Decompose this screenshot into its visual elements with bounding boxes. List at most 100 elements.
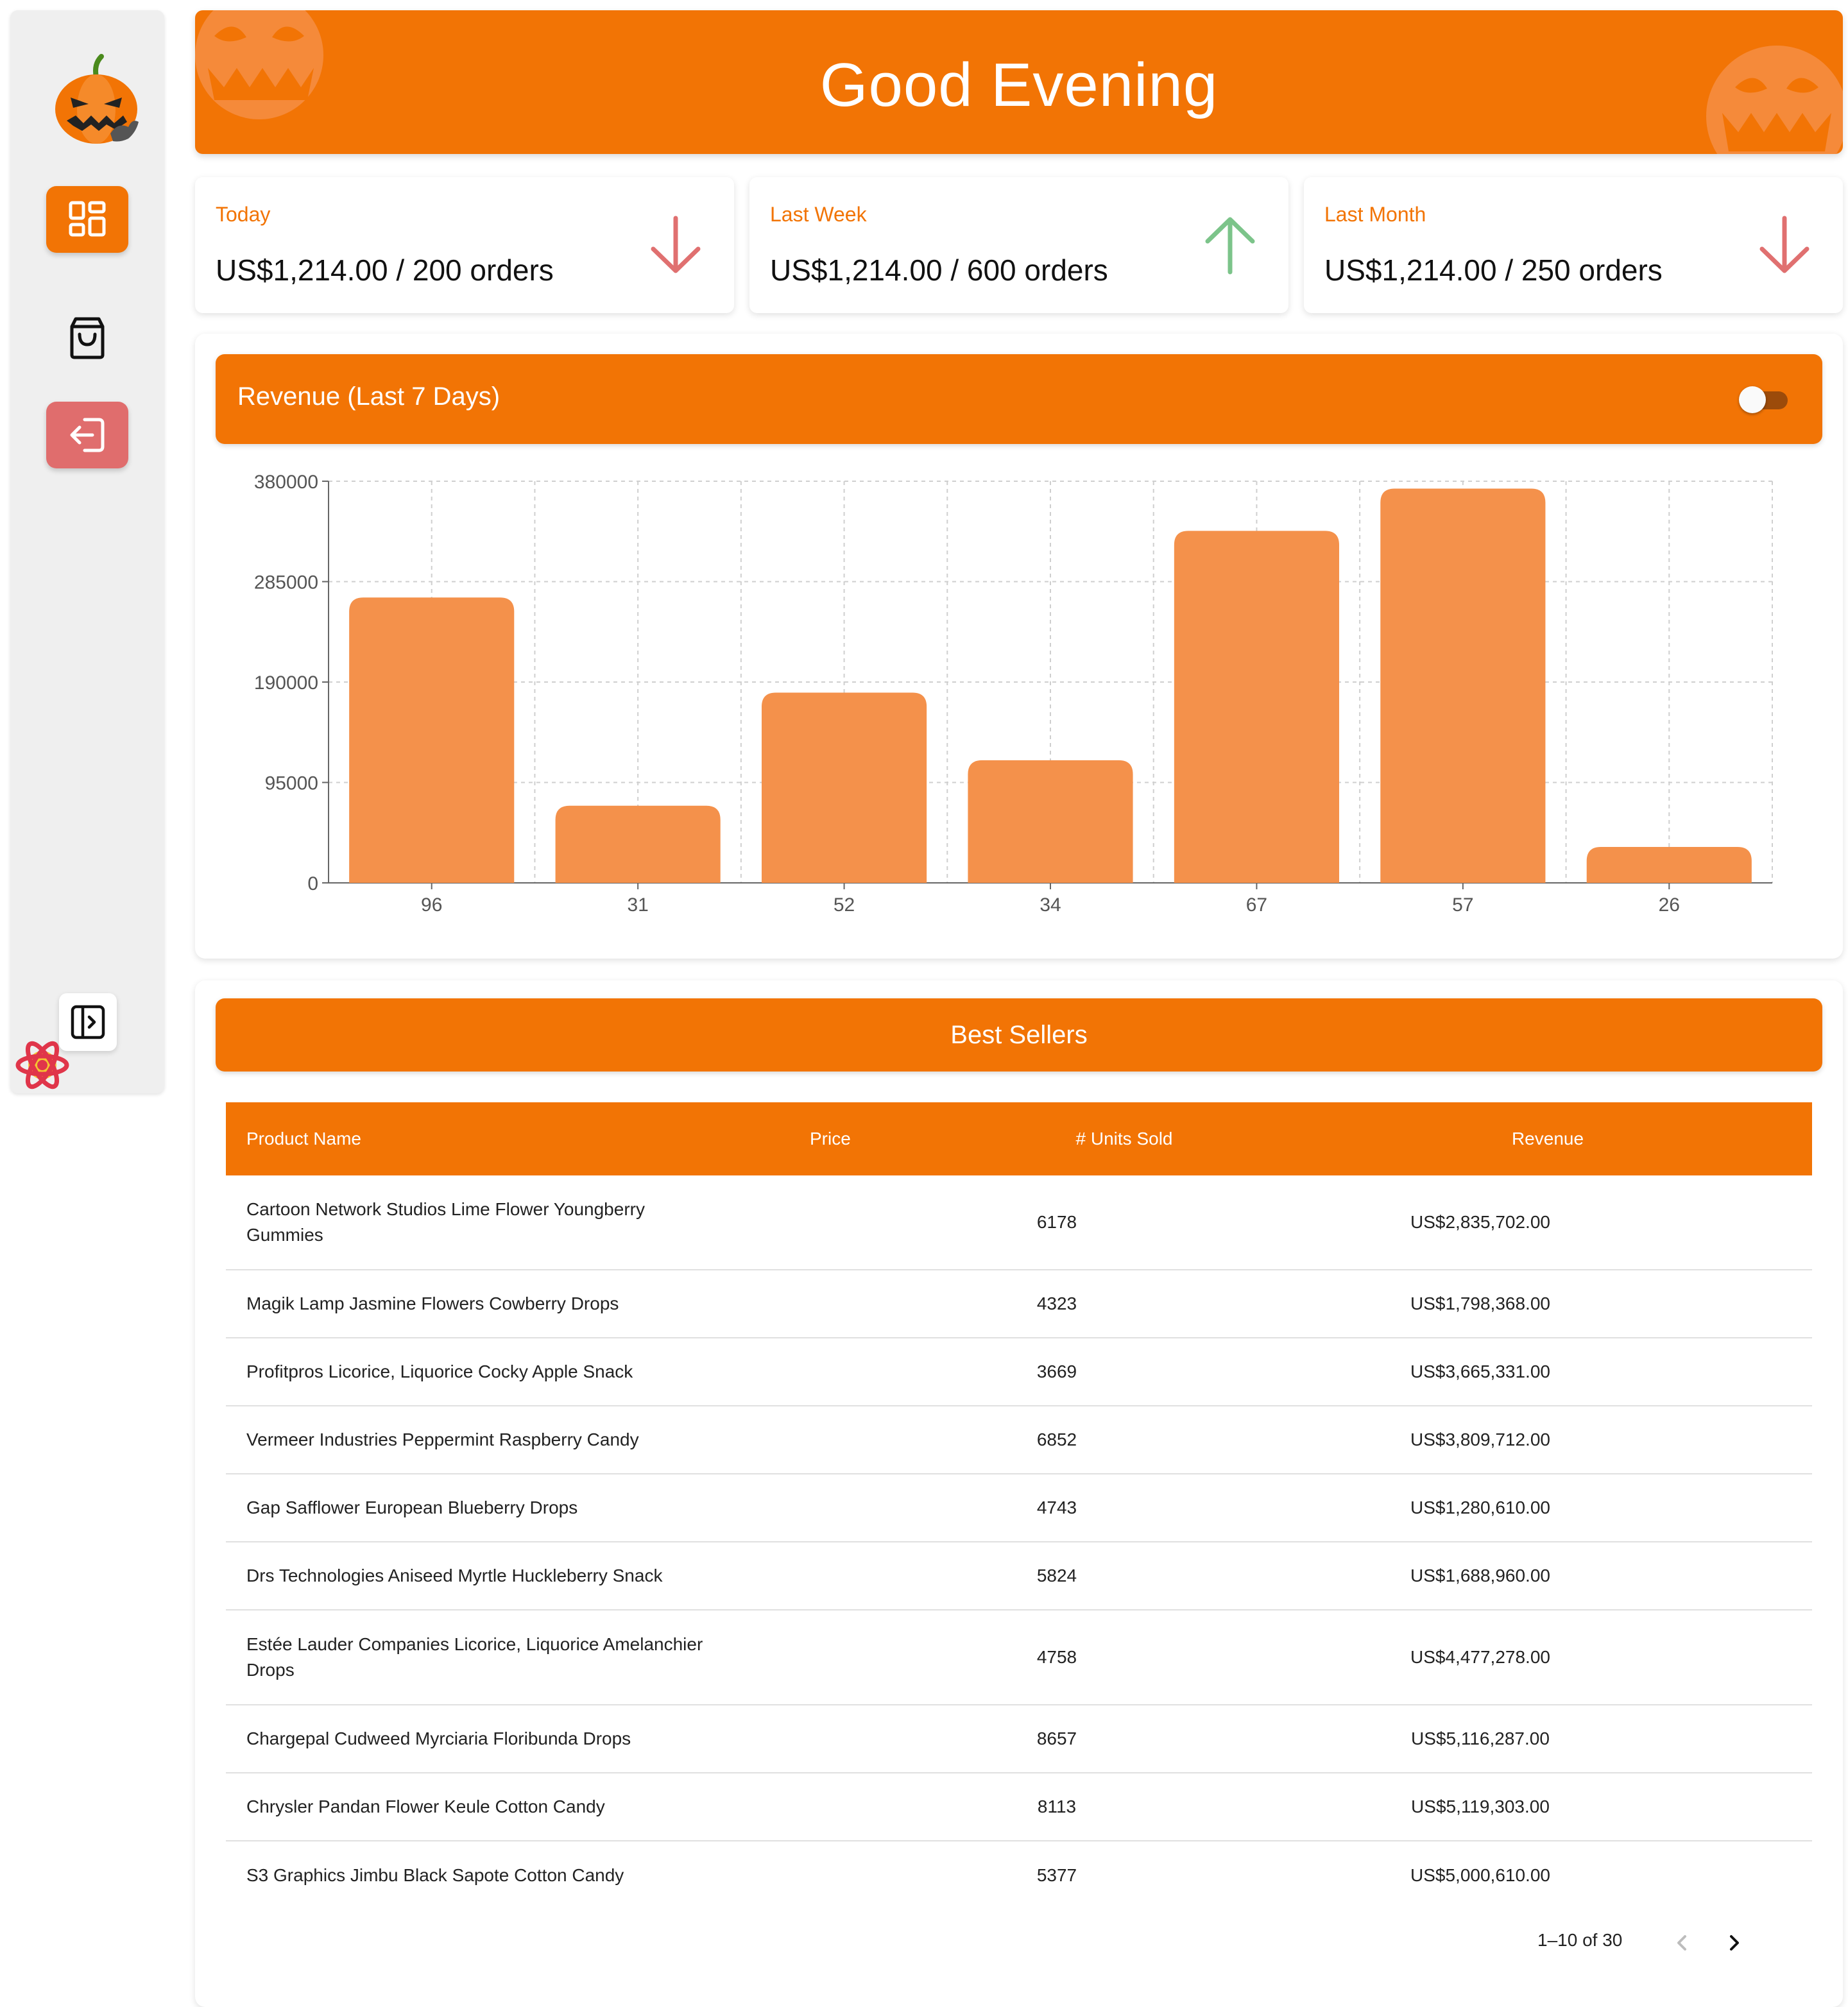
- stat-label: Last Week: [770, 203, 867, 226]
- column-header-product-name[interactable]: Product Name: [226, 1126, 726, 1152]
- product-name-cell: Drs Technologies Aniseed Myrtle Hucklebe…: [246, 1566, 663, 1585]
- y-tick-label: 95000: [265, 773, 318, 794]
- revenue-cell: US$1,798,368.00: [1410, 1294, 1550, 1313]
- pagination: 1–10 of 30: [195, 1917, 1843, 1969]
- product-name-cell: Vermeer Industries Peppermint Raspberry …: [246, 1430, 639, 1449]
- best-sellers-header: Best Sellers: [216, 998, 1822, 1072]
- sidebar-expand-icon: [71, 1005, 105, 1039]
- table-header-row: Product Name Price # Units Sold Revenue: [226, 1102, 1812, 1175]
- chart-bar: [349, 597, 515, 883]
- units-sold-cell: 8657: [1036, 1729, 1077, 1748]
- table-row[interactable]: Vermeer Industries Peppermint Raspberry …: [226, 1406, 1812, 1474]
- toggle-thumb: [1739, 386, 1766, 413]
- dashboard-icon: [69, 201, 106, 237]
- stat-value: US$1,214.00 / 250 orders: [1324, 253, 1663, 287]
- units-sold-cell: 5377: [1036, 1865, 1077, 1885]
- revenue-cell: US$4,477,278.00: [1410, 1647, 1550, 1667]
- stat-card-last-week: Last Week US$1,214.00 / 600 orders: [749, 177, 1288, 313]
- revenue-cell: US$3,809,712.00: [1410, 1430, 1550, 1449]
- table-row[interactable]: Chargepal Cudweed Myrciaria Floribunda D…: [226, 1705, 1812, 1773]
- stat-card-last-month: Last Month US$1,214.00 / 250 orders: [1304, 177, 1843, 313]
- units-sold-cell: 6178: [1036, 1212, 1077, 1232]
- table-row[interactable]: Chrysler Pandan Flower Keule Cotton Cand…: [226, 1773, 1812, 1841]
- table-row[interactable]: Magik Lamp Jasmine Flowers Cowberry Drop…: [226, 1270, 1812, 1338]
- x-tick-label: 52: [834, 894, 855, 916]
- units-sold-cell: 4758: [1036, 1647, 1077, 1667]
- product-name-cell: Chargepal Cudweed Myrciaria Floribunda D…: [246, 1729, 631, 1748]
- revenue-cell: US$5,116,287.00: [1411, 1729, 1550, 1748]
- react-query-devtools-icon[interactable]: [14, 1037, 71, 1093]
- revenue-header: Revenue (Last 7 Days): [216, 354, 1822, 444]
- x-tick-label: 26: [1659, 894, 1680, 916]
- arrow-down-icon: [651, 216, 701, 273]
- column-header-units-sold[interactable]: # Units Sold: [964, 1129, 1285, 1149]
- product-name-cell: S3 Graphics Jimbu Black Sapote Cotton Ca…: [246, 1865, 624, 1885]
- x-tick-label: 34: [1040, 894, 1061, 916]
- product-name-cell: Magik Lamp Jasmine Flowers Cowberry Drop…: [246, 1294, 619, 1313]
- chart-bar: [968, 760, 1133, 883]
- revenue-toggle[interactable]: [1739, 386, 1788, 413]
- stat-label: Last Month: [1324, 203, 1426, 226]
- chart-bar: [1174, 531, 1339, 883]
- greeting-header: Good Evening: [195, 10, 1843, 154]
- x-tick-label: 57: [1452, 894, 1473, 916]
- revenue-cell: US$1,280,610.00: [1410, 1498, 1550, 1517]
- product-name-cell: Cartoon Network Studios Lime Flower Youn…: [246, 1199, 645, 1245]
- best-sellers-title: Best Sellers: [950, 1020, 1088, 1049]
- arrow-up-icon: [1205, 217, 1255, 275]
- product-name-cell: Chrysler Pandan Flower Keule Cotton Cand…: [246, 1797, 605, 1816]
- chart-bar: [1586, 846, 1752, 883]
- stat-card-today: Today US$1,214.00 / 200 orders: [195, 177, 734, 313]
- table-row[interactable]: Drs Technologies Aniseed Myrtle Hucklebe…: [226, 1542, 1812, 1610]
- table-row[interactable]: Estée Lauder Companies Licorice, Liquori…: [226, 1610, 1812, 1705]
- revenue-bar-chart: 0 95000 190000 285000 380000 96 31 52 34 67 57 26: [254, 472, 1773, 916]
- units-sold-cell: 8113: [1037, 1797, 1077, 1816]
- table-row[interactable]: Gap Safflower European Blueberry Drops 47…: [226, 1474, 1812, 1542]
- chevron-left-icon[interactable]: [1668, 1929, 1697, 1957]
- stat-label: Today: [216, 203, 271, 226]
- revenue-cell: US$2,835,702.00: [1410, 1212, 1550, 1232]
- sidebar-item-orders[interactable]: [46, 304, 128, 371]
- x-tick-label: 67: [1246, 894, 1267, 916]
- revenue-cell: US$3,665,331.00: [1410, 1362, 1550, 1381]
- x-tick-label: 96: [421, 894, 442, 916]
- units-sold-cell: 4323: [1036, 1294, 1077, 1313]
- table-body: Cartoon Network Studios Lime Flower Youn…: [226, 1175, 1812, 1909]
- sidebar-item-logout[interactable]: [46, 402, 128, 468]
- best-sellers-panel: Best Sellers Product Name Price # Units …: [195, 980, 1843, 2007]
- revenue-panel: Revenue (Last 7 Days) 0 95000 190000 285000…: [195, 334, 1843, 959]
- revenue-cell: US$5,119,303.00: [1411, 1797, 1550, 1816]
- pagination-label: 1–10 of 30: [1537, 1930, 1623, 1950]
- revenue-cell: US$1,688,960.00: [1410, 1566, 1550, 1585]
- page-title: Good Evening: [819, 51, 1219, 119]
- y-tick-label: 0: [307, 873, 318, 894]
- best-sellers-table: Product Name Price # Units Sold Revenue …: [226, 1102, 1812, 1909]
- product-name-cell: Profitpros Licorice, Liquorice Cocky App…: [246, 1362, 633, 1381]
- sidebar: [10, 10, 164, 1093]
- logout-icon: [70, 418, 105, 452]
- stat-value: US$1,214.00 / 200 orders: [216, 253, 554, 287]
- units-sold-cell: 6852: [1036, 1430, 1077, 1449]
- units-sold-cell: 4743: [1036, 1498, 1077, 1517]
- chart-bar: [555, 805, 721, 883]
- y-tick-label: 285000: [254, 572, 318, 594]
- column-header-revenue[interactable]: Revenue: [1285, 1129, 1811, 1149]
- stat-value: US$1,214.00 / 600 orders: [770, 253, 1108, 287]
- product-name-cell: Gap Safflower European Blueberry Drops: [246, 1498, 578, 1517]
- table-row[interactable]: Cartoon Network Studios Lime Flower Youn…: [226, 1175, 1812, 1270]
- table-row[interactable]: Profitpros Licorice, Liquorice Cocky App…: [226, 1338, 1812, 1406]
- product-name-cell: Estée Lauder Companies Licorice, Liquori…: [246, 1634, 703, 1680]
- y-tick-label: 380000: [254, 472, 318, 493]
- revenue-title: Revenue (Last 7 Days): [237, 382, 501, 411]
- sidebar-item-dashboard[interactable]: [46, 186, 128, 253]
- revenue-cell: US$5,000,610.00: [1410, 1865, 1550, 1885]
- x-tick-label: 31: [627, 894, 648, 916]
- column-header-price[interactable]: Price: [726, 1129, 964, 1149]
- chart-bar: [762, 692, 927, 883]
- pumpkin-logo-icon[interactable]: [51, 51, 141, 148]
- chevron-right-icon[interactable]: [1720, 1929, 1748, 1957]
- shopping-bag-icon: [70, 317, 105, 359]
- units-sold-cell: 5824: [1036, 1566, 1077, 1585]
- arrow-down-icon: [1759, 216, 1810, 273]
- table-row[interactable]: S3 Graphics Jimbu Black Sapote Cotton Ca…: [226, 1841, 1812, 1909]
